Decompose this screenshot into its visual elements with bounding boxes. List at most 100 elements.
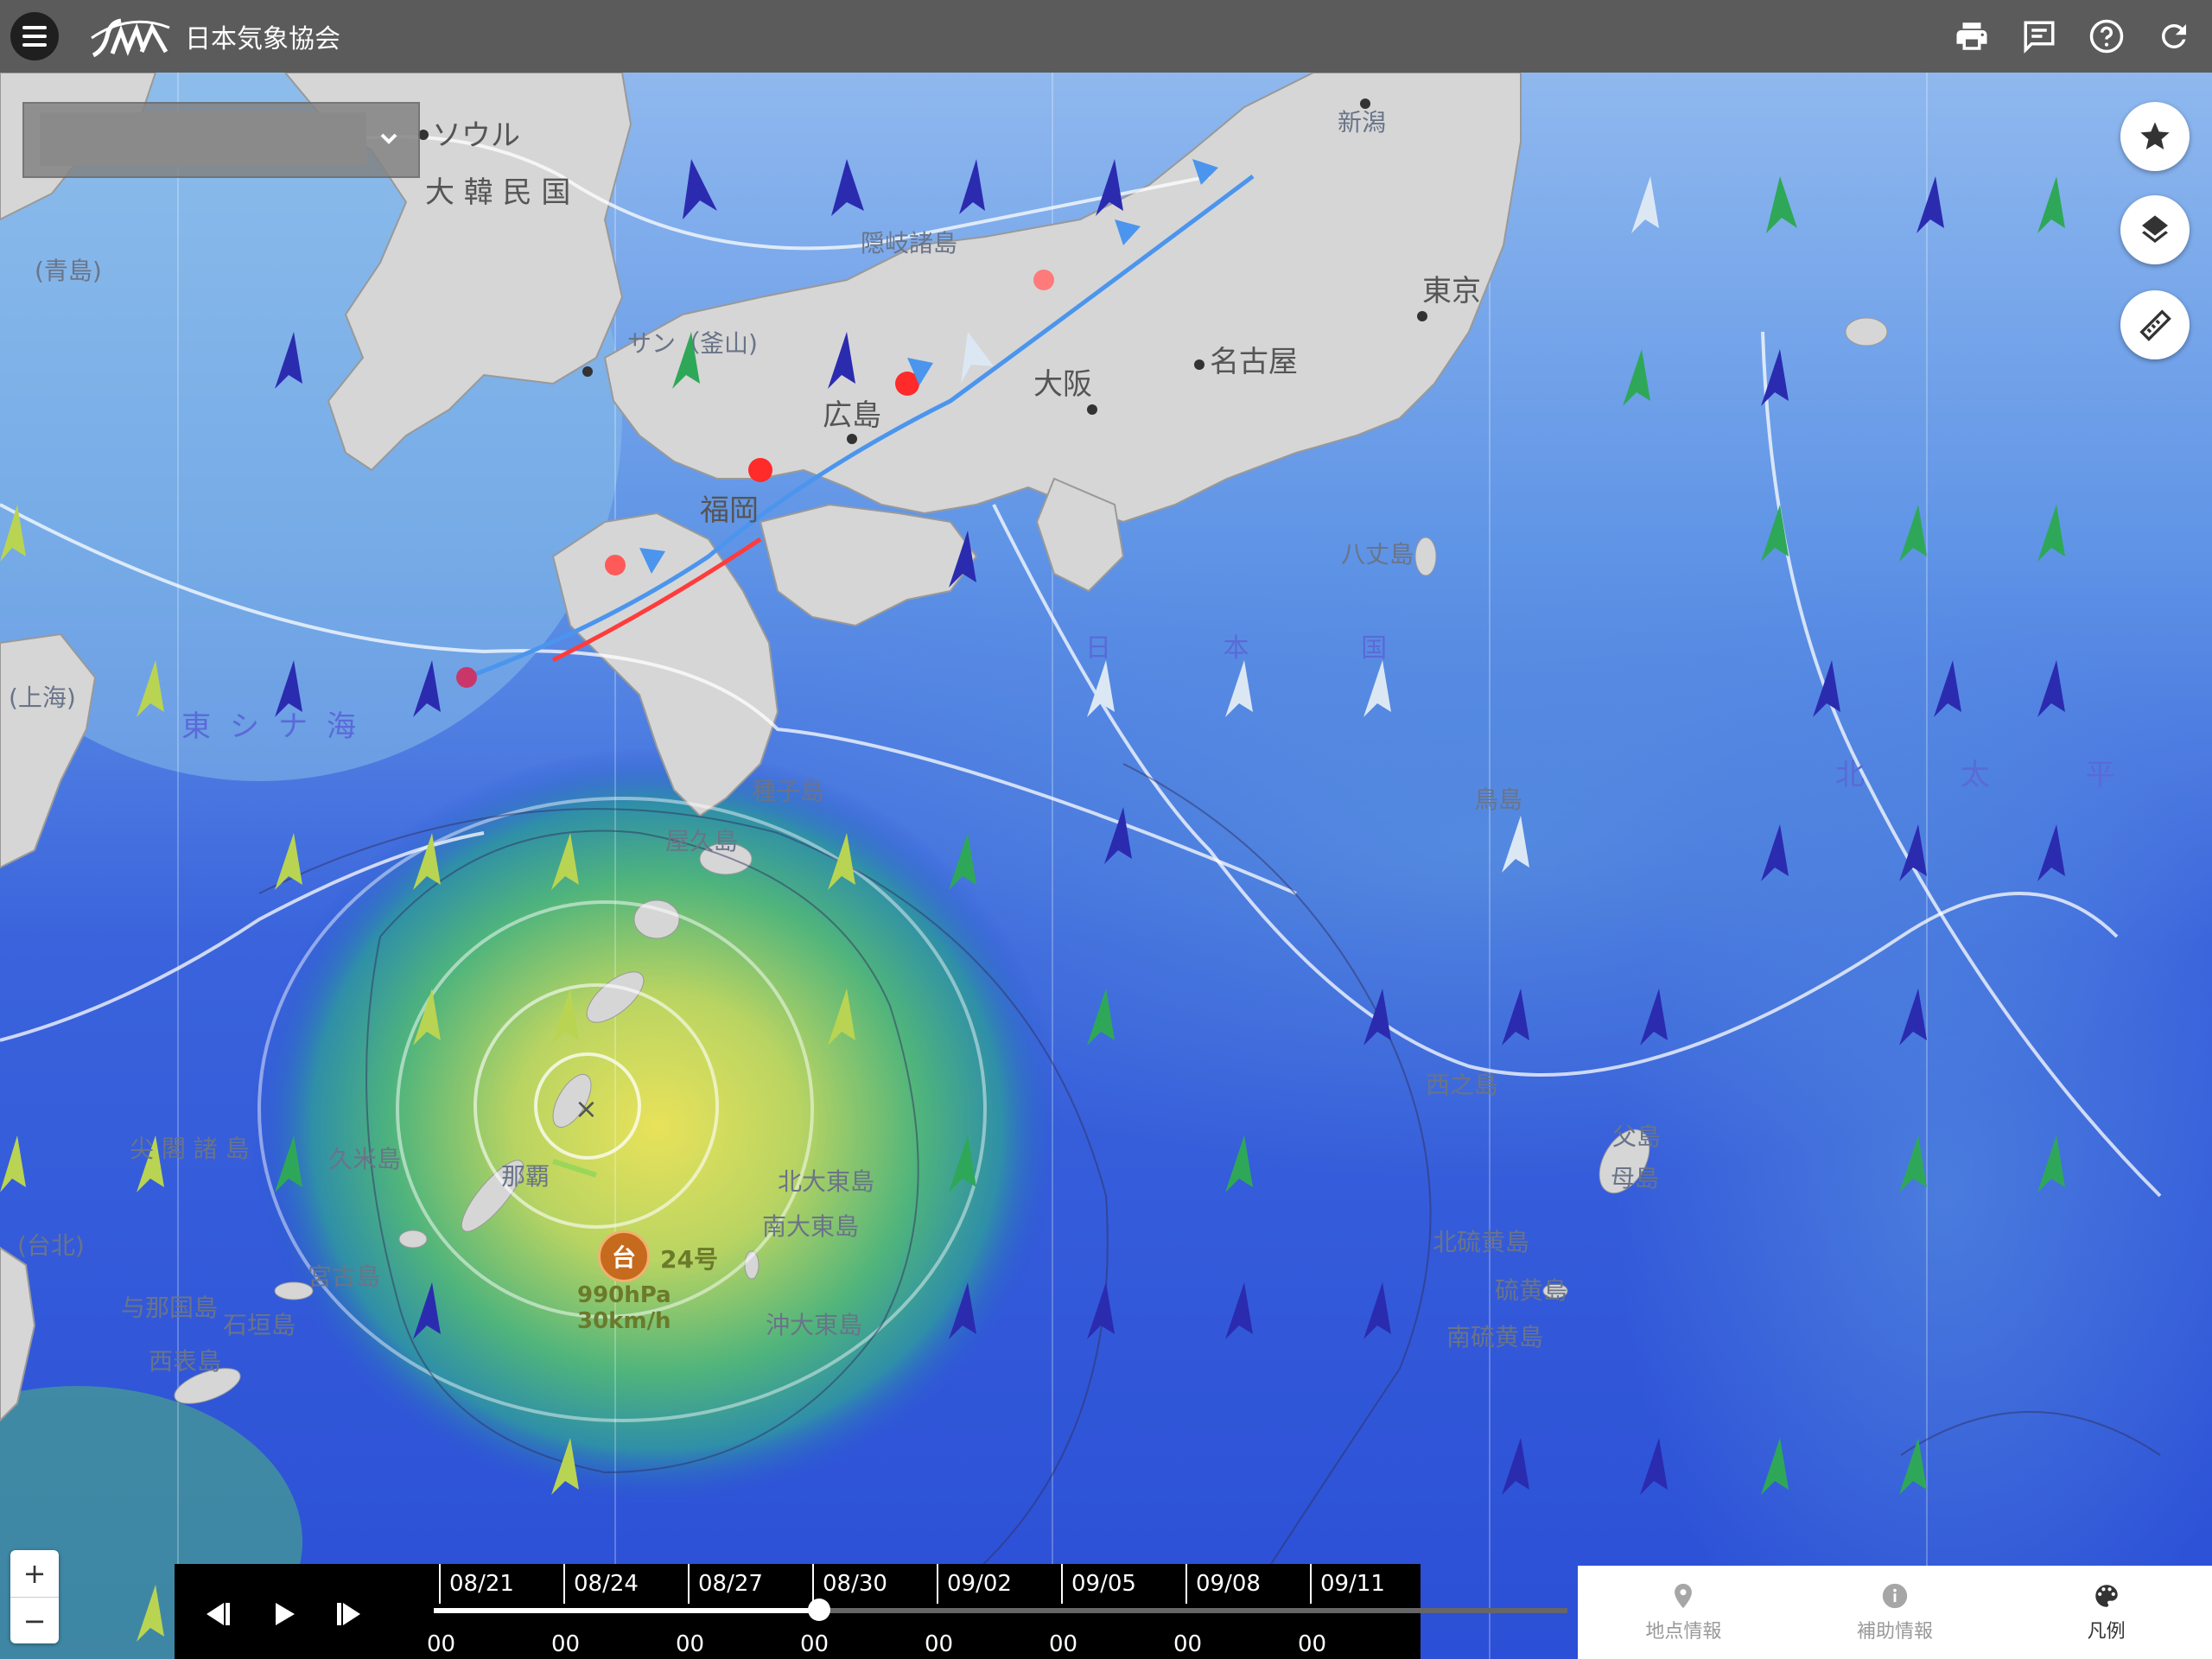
timeline-day[interactable]: 09/11 bbox=[1320, 1571, 1385, 1597]
label-osaka: 大阪 bbox=[1033, 367, 1092, 402]
label-qingdao: (青島) bbox=[35, 257, 102, 285]
label-busan: サン（釜山) bbox=[627, 329, 758, 358]
print-button[interactable] bbox=[1949, 14, 1994, 59]
label-chichijima: 父島 bbox=[1612, 1122, 1662, 1151]
step-back-icon bbox=[207, 1603, 230, 1625]
timeline-tick bbox=[563, 1564, 565, 1604]
play-button[interactable] bbox=[261, 1595, 306, 1633]
refresh-icon bbox=[2161, 23, 2186, 48]
timeline-day[interactable]: 08/21 bbox=[449, 1571, 514, 1597]
timeline-day[interactable]: 08/24 bbox=[574, 1571, 639, 1597]
label-kitadaito: 北大東島 bbox=[778, 1167, 875, 1196]
step-forward-button[interactable] bbox=[327, 1595, 372, 1633]
info-icon bbox=[1882, 1583, 1908, 1609]
help-button[interactable] bbox=[2084, 14, 2129, 59]
timeline-tick bbox=[937, 1564, 938, 1604]
area-select[interactable] bbox=[22, 102, 420, 178]
top-bar: 日本気象協会 bbox=[0, 0, 2212, 73]
label-fukuoka: 福岡 bbox=[700, 493, 759, 528]
weather-map[interactable]: × ソウル 大 韓 民 国 (青島) サン（釜山) 隠岐諸島 広島 福岡 大阪 … bbox=[0, 73, 2212, 1659]
timeline-tick bbox=[1310, 1564, 1312, 1604]
chevron-down-icon bbox=[380, 133, 397, 144]
timeline-hour: 00 bbox=[1173, 1631, 1203, 1657]
timeline-tick bbox=[812, 1564, 814, 1604]
play-icon bbox=[276, 1603, 295, 1625]
label-miyakojima: 宮古島 bbox=[308, 1262, 381, 1291]
label-tanegashima: 種子島 bbox=[752, 777, 825, 805]
ruler-icon bbox=[2139, 309, 2171, 341]
zoom-control: + − bbox=[10, 1550, 59, 1643]
map-canvas[interactable]: × bbox=[0, 73, 2212, 1659]
tab-label: 凡例 bbox=[2087, 1621, 2126, 1643]
timeline-hour: 00 bbox=[925, 1631, 954, 1657]
timeline-bar: 08/21 08/24 08/27 08/30 09/02 09/05 09/0… bbox=[175, 1564, 1567, 1659]
label-kita-iwoto: 北硫黄島 bbox=[1433, 1228, 1530, 1256]
timeline-track[interactable] bbox=[434, 1608, 1567, 1613]
label-seoul: ソウル bbox=[432, 118, 520, 153]
timeline-day[interactable]: 09/08 bbox=[1196, 1571, 1261, 1597]
tab-label: 地点情報 bbox=[1645, 1621, 1722, 1643]
label-hachijojima: 八丈島 bbox=[1341, 540, 1414, 569]
label-kumejima: 久米島 bbox=[328, 1145, 402, 1173]
feedback-button[interactable] bbox=[2017, 14, 2062, 59]
comment-icon bbox=[2024, 21, 2055, 54]
tab-location-info[interactable]: 地点情報 bbox=[1578, 1566, 1789, 1659]
label-ishigaki: 石垣島 bbox=[223, 1311, 296, 1339]
menu-icon-line bbox=[22, 26, 47, 29]
label-hiroshima: 広島 bbox=[823, 398, 881, 433]
timeline-day[interactable]: 09/02 bbox=[947, 1571, 1012, 1597]
layers-button[interactable] bbox=[2120, 195, 2190, 264]
app-logo[interactable]: 日本気象協会 bbox=[86, 9, 340, 64]
print-icon bbox=[1956, 22, 1987, 50]
refresh-button[interactable] bbox=[2152, 14, 2196, 59]
zoom-in-button[interactable]: + bbox=[10, 1550, 59, 1598]
timeline-hour: 00 bbox=[427, 1631, 456, 1657]
jwa-logo-icon bbox=[91, 18, 170, 58]
timeline-day[interactable]: 08/30 bbox=[823, 1571, 887, 1597]
location-pin-icon bbox=[1675, 1583, 1693, 1609]
star-icon bbox=[2140, 122, 2170, 149]
timeline-hour: 00 bbox=[800, 1631, 830, 1657]
palette-icon bbox=[2094, 1585, 2118, 1607]
typhoon-mark-label: 台 bbox=[611, 1243, 636, 1272]
label-naha: 那覇 bbox=[501, 1162, 550, 1191]
tab-label: 補助情報 bbox=[1857, 1621, 1934, 1643]
label-torishima: 鳥島 bbox=[1474, 785, 1523, 814]
label-hahajima: 母島 bbox=[1611, 1164, 1660, 1192]
help-icon bbox=[2089, 19, 2124, 54]
svg-text:×: × bbox=[575, 1092, 598, 1125]
label-nagoya: 名古屋 bbox=[1210, 345, 1298, 379]
timeline-day[interactable]: 09/05 bbox=[1071, 1571, 1136, 1597]
measure-button[interactable] bbox=[2120, 290, 2190, 359]
typhoon-number: 24号 bbox=[660, 1245, 718, 1274]
typhoon-marker[interactable]: 台 bbox=[598, 1230, 650, 1282]
menu-icon-line bbox=[22, 35, 47, 38]
timeline-hour: 00 bbox=[676, 1631, 705, 1657]
timeline-hour: 00 bbox=[1298, 1631, 1327, 1657]
favorite-button[interactable] bbox=[2120, 102, 2190, 171]
label-east-china-sea: 東シナ海 bbox=[181, 709, 375, 744]
layers-icon bbox=[2142, 215, 2168, 243]
app-title: 日本気象協会 bbox=[185, 24, 340, 54]
step-back-button[interactable] bbox=[195, 1595, 240, 1633]
label-taipei: (台北) bbox=[17, 1231, 85, 1260]
timeline-progress bbox=[434, 1608, 820, 1613]
tab-legend[interactable]: 凡例 bbox=[2000, 1566, 2212, 1659]
timeline-tick bbox=[1061, 1564, 1063, 1604]
label-japan: 日 本 国 bbox=[1085, 633, 1440, 664]
menu-button[interactable] bbox=[10, 12, 59, 60]
label-minami-iwoto: 南硫黄島 bbox=[1446, 1323, 1544, 1351]
timeline-tick bbox=[688, 1564, 690, 1604]
label-okidaito: 沖大東島 bbox=[766, 1311, 863, 1339]
zoom-out-button[interactable]: − bbox=[10, 1598, 59, 1644]
tab-supplementary-info[interactable]: 補助情報 bbox=[1789, 1566, 2001, 1659]
timeline-tick bbox=[439, 1564, 441, 1604]
label-iriomote: 西表島 bbox=[149, 1347, 222, 1376]
label-niigata: 新潟 bbox=[1338, 108, 1387, 137]
label-minamidaito: 南大東島 bbox=[762, 1212, 860, 1241]
typhoon-speed: 30km/h bbox=[577, 1308, 671, 1334]
timeline-slider-handle[interactable] bbox=[808, 1599, 831, 1621]
timeline-day[interactable]: 08/27 bbox=[698, 1571, 763, 1597]
label-tokyo: 東京 bbox=[1422, 274, 1481, 308]
label-nishinoshima: 西之島 bbox=[1426, 1071, 1499, 1099]
